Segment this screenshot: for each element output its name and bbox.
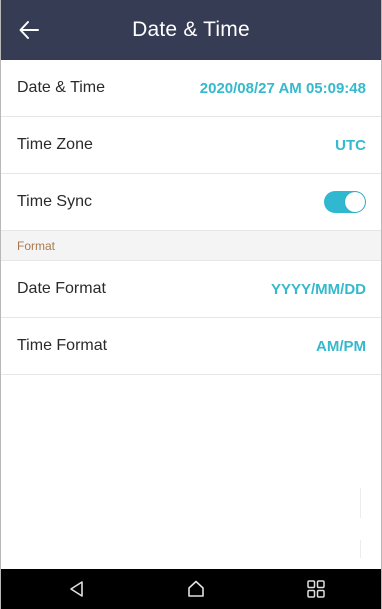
time-sync-toggle[interactable] — [324, 191, 366, 213]
setting-row-time-zone[interactable]: Time Zone UTC — [1, 117, 381, 174]
setting-row-date-time[interactable]: Date & Time 2020/08/27 AM 05:09:48 — [1, 60, 381, 117]
settings-list: Date & Time 2020/08/27 AM 05:09:48 Time … — [1, 60, 381, 375]
setting-value: YYYY/MM/DD — [270, 280, 366, 298]
divider — [360, 540, 361, 558]
page-title: Date & Time — [132, 18, 250, 41]
section-header-format: Format — [1, 231, 381, 261]
toggle-knob — [345, 192, 365, 212]
back-triangle-icon — [70, 581, 83, 597]
setting-row-time-sync: Time Sync — [1, 174, 381, 231]
divider — [360, 488, 361, 518]
device-screen: Date & Time Date & Time 2020/08/27 AM 05… — [0, 0, 382, 609]
nav-back-button[interactable] — [57, 569, 97, 609]
nav-recent-apps-button[interactable] — [296, 569, 336, 609]
setting-row-time-format[interactable]: Time Format AM/PM — [1, 318, 381, 375]
setting-value: 2020/08/27 AM 05:09:48 — [199, 79, 366, 97]
setting-label: Date Format — [17, 280, 106, 297]
nav-home-button[interactable] — [176, 569, 216, 609]
setting-row-date-format[interactable]: Date Format YYYY/MM/DD — [1, 261, 381, 318]
setting-value: AM/PM — [316, 337, 366, 355]
setting-value: UTC — [335, 136, 366, 154]
section-label: Format — [17, 238, 56, 253]
system-navbar — [1, 569, 381, 609]
recent-apps-icon — [307, 580, 325, 598]
setting-label: Time Sync — [17, 193, 92, 210]
setting-label: Time Format — [17, 337, 108, 354]
app-header: Date & Time — [1, 0, 381, 60]
home-icon — [188, 580, 204, 597]
setting-label: Time Zone — [17, 136, 93, 153]
setting-label: Date & Time — [17, 79, 106, 96]
